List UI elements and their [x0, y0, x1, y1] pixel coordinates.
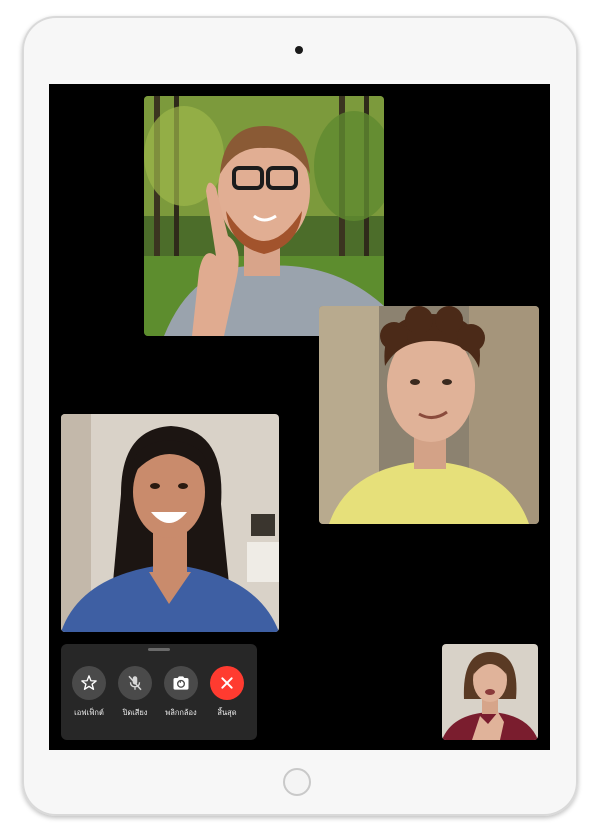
self-view-video — [442, 644, 538, 740]
participant-tile-1[interactable] — [144, 96, 384, 336]
panel-grabber-handle[interactable] — [148, 648, 170, 651]
participant-tile-2[interactable] — [319, 306, 539, 524]
end-call-x-icon — [221, 677, 233, 689]
mic-mute-icon — [128, 675, 142, 691]
self-view-tile[interactable] — [442, 644, 538, 740]
ipad-device: เอฟเฟ็กต์ ปิดเสียง พลิกกล้อง สิ้นสุด — [22, 16, 578, 816]
mute-button[interactable]: ปิดเสียง — [112, 666, 158, 719]
flip-camera-label: พลิกกล้อง — [165, 708, 197, 717]
participant-video-2 — [319, 306, 539, 524]
participant-video-1 — [144, 96, 384, 336]
effects-button[interactable]: เอฟเฟ็กต์ — [66, 666, 112, 719]
participant-video-3 — [61, 414, 279, 632]
flip-camera-icon — [173, 676, 189, 690]
front-camera — [295, 46, 303, 54]
call-controls-panel: เอฟเฟ็กต์ ปิดเสียง พลิกกล้อง สิ้นสุด — [61, 644, 257, 740]
effects-star-icon — [81, 675, 97, 690]
home-button[interactable] — [283, 768, 311, 796]
end-call-button[interactable]: สิ้นสุด — [204, 666, 250, 719]
flip-camera-button[interactable]: พลิกกล้อง — [158, 666, 204, 719]
facetime-screen: เอฟเฟ็กต์ ปิดเสียง พลิกกล้อง สิ้นสุด — [49, 84, 550, 750]
participant-tile-3[interactable] — [61, 414, 279, 632]
end-call-label: สิ้นสุด — [217, 708, 237, 717]
mute-label: ปิดเสียง — [122, 708, 148, 717]
effects-label: เอฟเฟ็กต์ — [74, 708, 104, 717]
